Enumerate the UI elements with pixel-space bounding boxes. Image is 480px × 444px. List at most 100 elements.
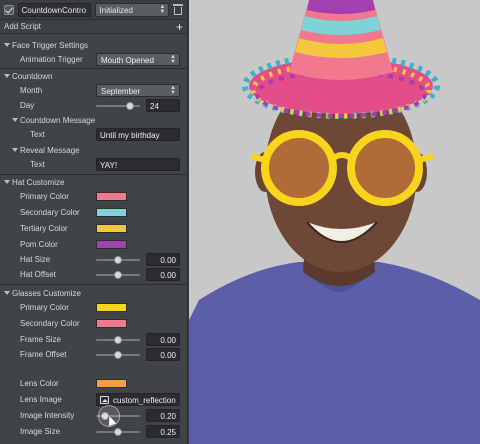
hat-primary-swatch[interactable] [96,192,127,201]
glasses-primary-row: Primary Color [0,300,187,315]
script-enabled-checkbox[interactable] [4,4,14,15]
collapse-triangle-icon[interactable] [12,148,18,152]
inspector-panel: CountdownContro Initialized ▲ ▼ Add Scrip… [0,0,188,444]
section-title: Glasses Customize [12,289,81,298]
hat-size-slider[interactable] [96,256,140,264]
frame-size-row: Frame Size 0.00 [0,332,187,347]
lens-image-row: Lens Image custom_reflection [0,392,187,407]
frame-offset-slider[interactable] [96,351,140,359]
image-intensity-field[interactable]: 0.20 [146,409,180,422]
glasses-secondary-label: Secondary Color [20,319,80,328]
status-value: Initialized [99,5,133,15]
slider-knob[interactable] [114,271,122,279]
collapse-triangle-icon[interactable] [4,74,10,78]
collapse-triangle-icon[interactable] [4,180,10,184]
hat-tertiary-swatch[interactable] [96,224,127,233]
hat-secondary-label: Secondary Color [20,208,80,217]
script-header: CountdownContro Initialized ▲ ▼ [0,0,187,20]
section-title: Hat Customize [12,178,65,187]
countdown-text-row: Text Until my birthday [0,127,187,142]
updown-arrows-icon: ▲ ▼ [170,54,176,65]
add-script-bar[interactable]: Add Script + [0,20,187,34]
month-dropdown[interactable]: September ▲ ▼ [96,84,180,97]
day-slider[interactable] [96,102,140,110]
hat-offset-field[interactable]: 0.00 [146,268,180,281]
frame-size-slider[interactable] [96,336,140,344]
pom-color-label: Pom Color [20,240,58,249]
hat-size-label: Hat Size [20,255,51,264]
hat-offset-label: Hat Offset [20,270,56,279]
frame-offset-row: Frame Offset 0.00 [0,347,187,362]
status-dropdown[interactable]: Initialized ▲ ▼ [94,2,170,17]
section-countdown-message[interactable]: Countdown Message [0,113,187,128]
section-countdown[interactable]: Countdown [0,69,187,84]
slider-knob[interactable] [114,336,122,344]
updown-arrows-icon: ▲ ▼ [170,85,176,96]
month-value: September [101,87,141,96]
slider-knob[interactable] [114,351,122,359]
reveal-text-label: Text [30,160,45,169]
image-icon [100,396,109,404]
section-hat[interactable]: Hat Customize [0,175,187,190]
lens-color-row: Lens Color [0,376,187,391]
section-title: Countdown Message [20,116,96,125]
glasses-secondary-row: Secondary Color [0,316,187,331]
preview-scene [189,0,480,444]
section-glasses[interactable]: Glasses Customize [0,286,187,301]
lens-color-swatch[interactable] [96,379,127,388]
section-title: Countdown [12,72,53,81]
image-size-row: Image Size 0.25 [0,424,187,439]
updown-arrows-icon: ▲ ▼ [159,3,166,15]
image-size-field[interactable]: 0.25 [146,425,180,438]
hat-secondary-row: Secondary Color [0,205,187,220]
lens-image-value: custom_reflection [113,396,176,405]
glasses-secondary-swatch[interactable] [96,319,127,328]
image-size-slider[interactable] [96,428,140,436]
pom-color-row: Pom Color [0,237,187,252]
plus-icon[interactable]: + [176,21,183,33]
day-field[interactable]: 24 [146,99,180,112]
hat-size-row: Hat Size 0.00 [0,252,187,267]
hat-primary-label: Primary Color [20,192,69,201]
section-title: Face Trigger Settings [12,41,89,50]
countdown-text-label: Text [30,130,45,139]
month-row: Month September ▲ ▼ [0,83,187,98]
hat-primary-row: Primary Color [0,189,187,204]
hat-size-field[interactable]: 0.00 [146,253,180,266]
preview-viewport[interactable] [189,0,480,444]
pom-color-swatch[interactable] [96,240,127,249]
reveal-text-field[interactable]: YAY! [96,158,180,171]
collapse-triangle-icon[interactable] [12,118,18,122]
month-label: Month [20,86,43,95]
lens-image-label: Lens Image [20,395,62,404]
section-reveal-message[interactable]: Reveal Message [0,143,187,158]
hat-offset-slider[interactable] [96,271,140,279]
frame-size-field[interactable]: 0.00 [146,333,180,346]
image-intensity-label: Image Intensity [20,411,75,420]
animation-trigger-row: Animation Trigger Mouth Opened ▲ ▼ [0,52,187,67]
hat-secondary-swatch[interactable] [96,208,127,217]
hat-tertiary-row: Tertiary Color [0,221,187,236]
section-face-trigger[interactable]: Face Trigger Settings [0,38,187,53]
glasses-primary-label: Primary Color [20,303,69,312]
animation-trigger-value: Mouth Opened [101,56,154,65]
frame-offset-field[interactable]: 0.00 [146,348,180,361]
image-size-label: Image Size [20,427,61,436]
slider-knob[interactable] [114,428,122,436]
trash-icon[interactable] [173,4,184,15]
frame-size-label: Frame Size [20,335,61,344]
collapse-triangle-icon[interactable] [4,291,10,295]
hat-tertiary-label: Tertiary Color [20,224,68,233]
slider-knob[interactable] [126,102,135,110]
hat-offset-row: Hat Offset 0.00 [0,267,187,282]
add-script-label: Add Script [4,22,41,31]
script-name-field[interactable]: CountdownContro [17,2,91,17]
countdown-text-field[interactable]: Until my birthday [96,128,180,141]
day-label: Day [20,101,35,110]
collapse-triangle-icon[interactable] [4,43,10,47]
frame-offset-label: Frame Offset [20,350,67,359]
slider-knob[interactable] [114,256,122,264]
reveal-text-row: Text YAY! [0,157,187,172]
glasses-primary-swatch[interactable] [96,303,127,312]
animation-trigger-dropdown[interactable]: Mouth Opened ▲ ▼ [96,53,180,66]
